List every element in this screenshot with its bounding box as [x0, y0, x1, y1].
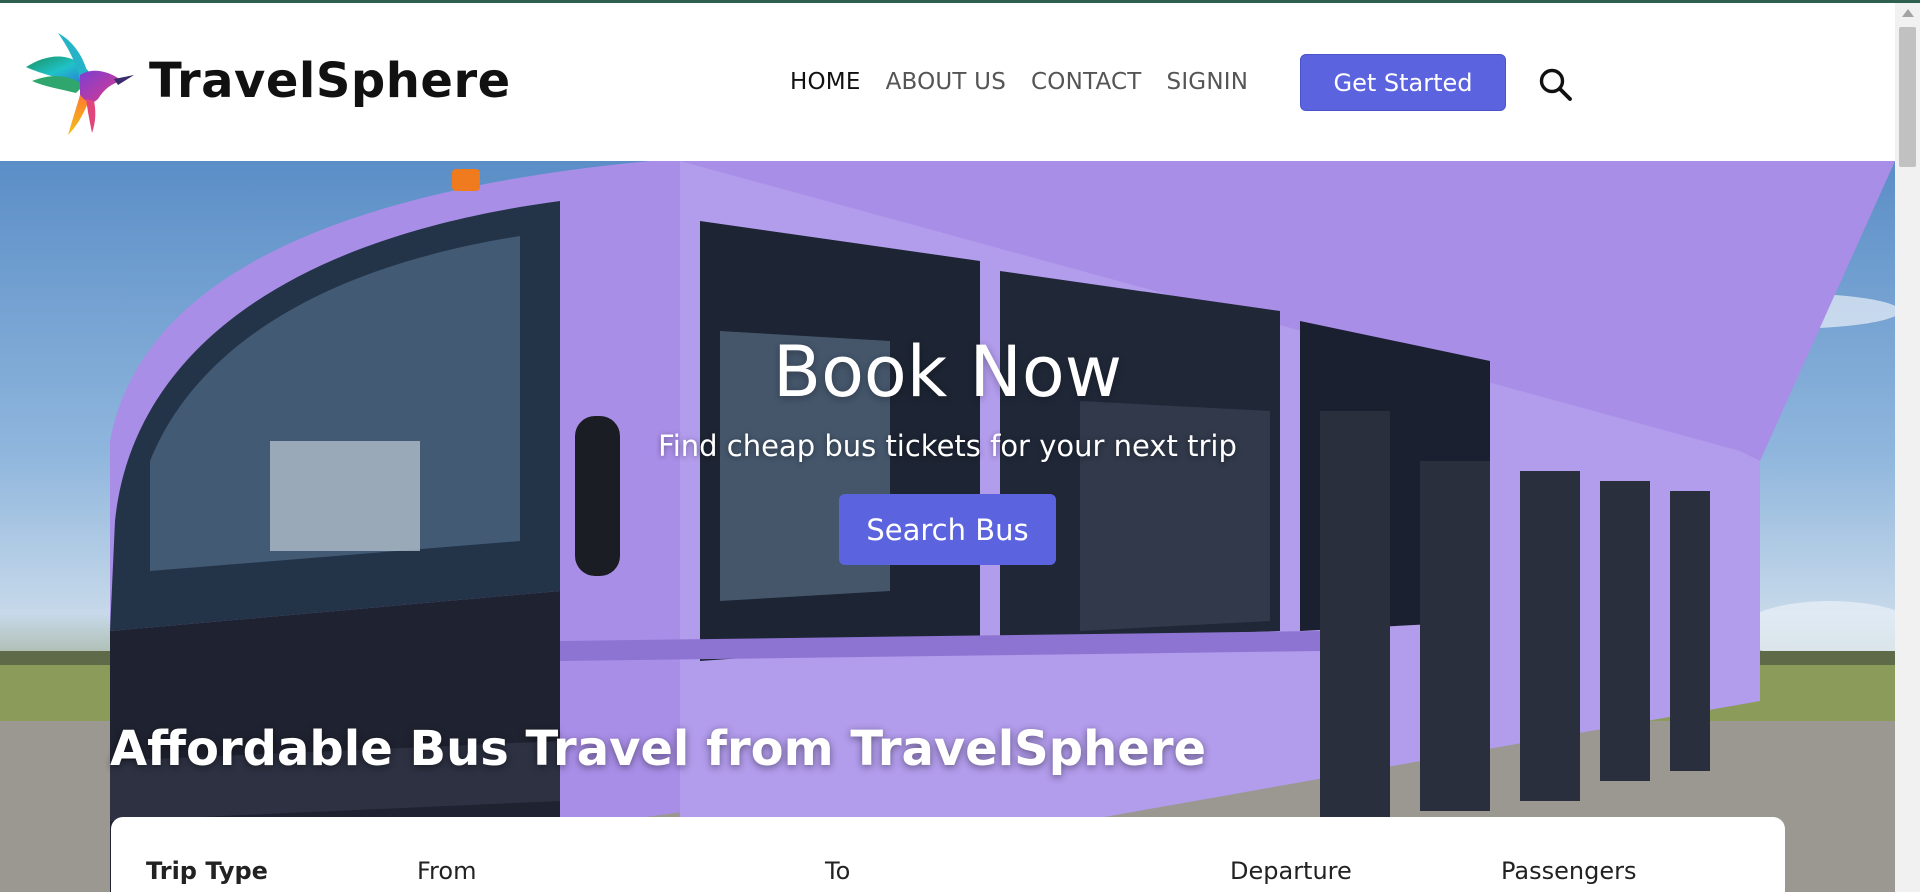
hero-headline: Affordable Bus Travel from TravelSphere	[110, 721, 1207, 777]
hero-subtitle: Find cheap bus tickets for your next tri…	[658, 429, 1237, 463]
booking-form-card: Trip Type From To Departure Passengers	[111, 817, 1785, 892]
nav-home[interactable]: HOME	[790, 69, 861, 95]
nav-signin[interactable]: SIGNIN	[1167, 69, 1249, 95]
scroll-thumb[interactable]	[1899, 27, 1916, 167]
departure-label: Departure	[1230, 857, 1352, 885]
nav-contact[interactable]: CONTACT	[1031, 69, 1141, 95]
search-bus-button[interactable]: Search Bus	[839, 494, 1056, 565]
hero-title: Book Now	[773, 331, 1122, 413]
hero-section: Book Now Find cheap bus tickets for your…	[0, 161, 1895, 892]
page-scrollbar[interactable]	[1895, 3, 1920, 892]
site-header: TravelSphere HOME ABOUT US CONTACT SIGNI…	[0, 3, 1895, 161]
to-label: To	[825, 857, 851, 885]
trip-type-label: Trip Type	[146, 857, 268, 885]
brand-name[interactable]: TravelSphere	[149, 53, 511, 109]
main-nav: HOME ABOUT US CONTACT SIGNIN	[790, 69, 1248, 95]
hummingbird-logo-icon[interactable]	[18, 23, 138, 143]
nav-about-us[interactable]: ABOUT US	[886, 69, 1006, 95]
search-icon[interactable]	[1537, 66, 1575, 104]
from-label: From	[417, 857, 477, 885]
get-started-button[interactable]: Get Started	[1300, 54, 1506, 111]
scroll-up-arrow-icon[interactable]	[1902, 9, 1914, 17]
passengers-label: Passengers	[1501, 857, 1637, 885]
